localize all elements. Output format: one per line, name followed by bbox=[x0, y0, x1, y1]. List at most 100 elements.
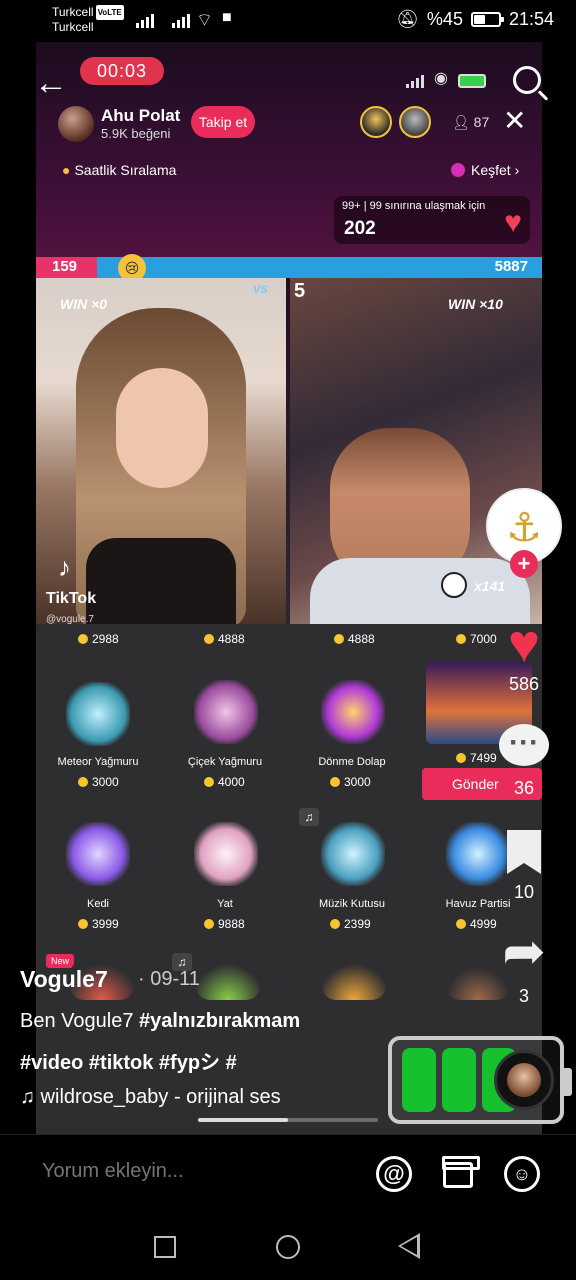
gift-price: 7499 bbox=[456, 751, 497, 765]
explore-label: Keşfet › bbox=[471, 162, 520, 178]
music-track[interactable]: ♫ wildrose_baby - orijinal ses bbox=[20, 1086, 310, 1109]
gift-name: Müzik Kutusu bbox=[318, 898, 386, 910]
emoji-icon[interactable]: ☺ bbox=[504, 1156, 540, 1192]
status-bar: Turkcell VoLTE Turkcell ⌔ ■ 🔕︎ %45 21:54 bbox=[0, 0, 576, 42]
gift-icon[interactable] bbox=[322, 960, 386, 1000]
stream-signal-icon bbox=[406, 74, 424, 88]
score-left: 159 bbox=[52, 258, 78, 275]
caption-text[interactable]: Ben Vogule7 #yalnızbırakmam bbox=[20, 1010, 300, 1033]
gift-name: Meteor Yağmuru bbox=[57, 756, 139, 768]
gift-price-value: 4999 bbox=[470, 917, 497, 931]
stream-status: ◉ bbox=[406, 68, 486, 88]
gift-name: Kedi bbox=[86, 898, 110, 910]
tiktok-watermark: TikTok bbox=[46, 590, 97, 607]
coin-icon bbox=[330, 919, 340, 929]
video-camera-icon: ■ bbox=[222, 9, 232, 26]
viewer-count[interactable]: 👤︎ 87 bbox=[452, 114, 489, 131]
heart-icon: ♥ bbox=[504, 206, 522, 239]
caption-date: · 09-11 bbox=[138, 968, 200, 990]
close-icon[interactable]: ✕ bbox=[503, 104, 526, 138]
comment-count: 36 bbox=[513, 778, 535, 798]
caption-username[interactable]: Vogule7 bbox=[20, 966, 108, 993]
home-icon[interactable] bbox=[276, 1235, 300, 1259]
gift-price-value: 7000 bbox=[470, 632, 497, 646]
viewer-avatar[interactable] bbox=[399, 106, 431, 138]
flower-rain-gift-icon[interactable] bbox=[194, 680, 258, 744]
host-avatar[interactable] bbox=[58, 106, 94, 142]
multiplier-badge: x141 bbox=[474, 578, 506, 594]
gift-price: 7000 bbox=[456, 632, 497, 646]
meteor-shower-gift-icon[interactable] bbox=[66, 682, 130, 746]
goal-widget[interactable]: 99+ | 99 sınırına ulaşmak için 202 ♥ bbox=[334, 196, 530, 244]
search-icon[interactable] bbox=[513, 66, 541, 94]
recent-apps-icon[interactable] bbox=[154, 1236, 176, 1258]
gift-price: 4888 bbox=[204, 632, 245, 646]
mute-icon: 🔕︎ bbox=[396, 9, 419, 29]
right-number: 5 bbox=[294, 280, 306, 302]
cat-gift-icon[interactable] bbox=[66, 822, 130, 886]
caption-plain: Ben Vogule7 bbox=[20, 1010, 139, 1032]
viewer-avatar[interactable] bbox=[360, 106, 392, 138]
gift-price-value: 3000 bbox=[344, 775, 371, 789]
video-progress-bar[interactable] bbox=[198, 1118, 378, 1122]
right-camera-feed[interactable] bbox=[290, 278, 542, 624]
comment-input[interactable] bbox=[42, 1160, 342, 1183]
battle-score-bar: 159 5887 bbox=[36, 257, 542, 278]
battery-tip bbox=[564, 1068, 572, 1096]
goal-text: 99+ | 99 sınırına ulaşmak için bbox=[342, 200, 486, 212]
gift-price-value: 3999 bbox=[92, 917, 119, 931]
coin-icon bbox=[334, 634, 344, 644]
music-box-gift-icon[interactable] bbox=[321, 822, 385, 886]
coin-icon bbox=[204, 634, 214, 644]
signal-icon bbox=[172, 12, 190, 28]
coin-icon bbox=[78, 919, 88, 929]
comment-icon: ··· bbox=[499, 724, 549, 766]
left-camera-feed[interactable] bbox=[36, 278, 286, 624]
tiktok-logo-icon: ♪ bbox=[58, 552, 71, 582]
gift-price: 9888 bbox=[204, 917, 245, 931]
gift-price: 2399 bbox=[330, 917, 371, 931]
heart-icon: ♥ bbox=[507, 614, 541, 674]
coin-icon bbox=[78, 634, 88, 644]
coin-icon bbox=[204, 777, 214, 787]
music-disc-avatar[interactable] bbox=[494, 1050, 554, 1110]
mention-icon[interactable]: @ bbox=[376, 1156, 412, 1192]
carrier-name-2: Turkcell bbox=[52, 20, 94, 34]
ferris-wheel-gift-icon[interactable] bbox=[321, 680, 385, 744]
volte-badge: VoLTE bbox=[95, 5, 124, 20]
coin-icon bbox=[78, 777, 88, 787]
gift-price: 4888 bbox=[334, 632, 375, 646]
gift-price-value: 4888 bbox=[348, 632, 375, 646]
host-name[interactable]: Ahu Polat bbox=[101, 106, 180, 126]
vs-badge: VS bbox=[253, 284, 268, 296]
coin-icon bbox=[456, 753, 466, 763]
gift-price-value: 2988 bbox=[92, 632, 119, 646]
caption-hashtags[interactable]: #video #tiktok #fypシ # bbox=[20, 1046, 237, 1075]
football-icon bbox=[441, 572, 467, 598]
gift-price-value: 3000 bbox=[92, 775, 119, 789]
comment-button[interactable]: ··· bbox=[496, 724, 552, 766]
back-icon[interactable] bbox=[398, 1233, 420, 1259]
video-progress-fill bbox=[198, 1118, 288, 1122]
like-button[interactable]: ♥ bbox=[496, 616, 552, 672]
stream-battery-icon bbox=[457, 74, 486, 88]
gift-price-value: 2399 bbox=[344, 917, 371, 931]
yacht-gift-icon[interactable] bbox=[194, 822, 258, 886]
caption-hashtag[interactable]: #yalnızbırakmam bbox=[139, 1010, 300, 1032]
follow-plus-icon[interactable]: + bbox=[510, 550, 538, 578]
follow-button[interactable]: Takip et bbox=[191, 106, 255, 138]
person-icon: 👤︎ bbox=[452, 114, 474, 130]
bookmark-button[interactable] bbox=[496, 830, 552, 874]
coin-icon bbox=[456, 919, 466, 929]
gift-icon[interactable] bbox=[442, 1156, 480, 1188]
goal-count: 202 bbox=[344, 218, 376, 239]
win-count-left: WIN ×0 bbox=[60, 296, 108, 312]
share-button[interactable]: ➦ bbox=[496, 926, 552, 978]
recording-timer: 00:03 bbox=[80, 57, 164, 85]
back-arrow-icon[interactable]: ← bbox=[34, 64, 68, 102]
music-note-icon: ♫ bbox=[299, 808, 319, 826]
hourly-ranking[interactable]: ● Saatlik Sıralama bbox=[62, 162, 176, 178]
gift-icon[interactable] bbox=[196, 960, 260, 1000]
gift-price: 3999 bbox=[78, 917, 119, 931]
explore-link[interactable]: Keşfet › bbox=[451, 162, 519, 178]
